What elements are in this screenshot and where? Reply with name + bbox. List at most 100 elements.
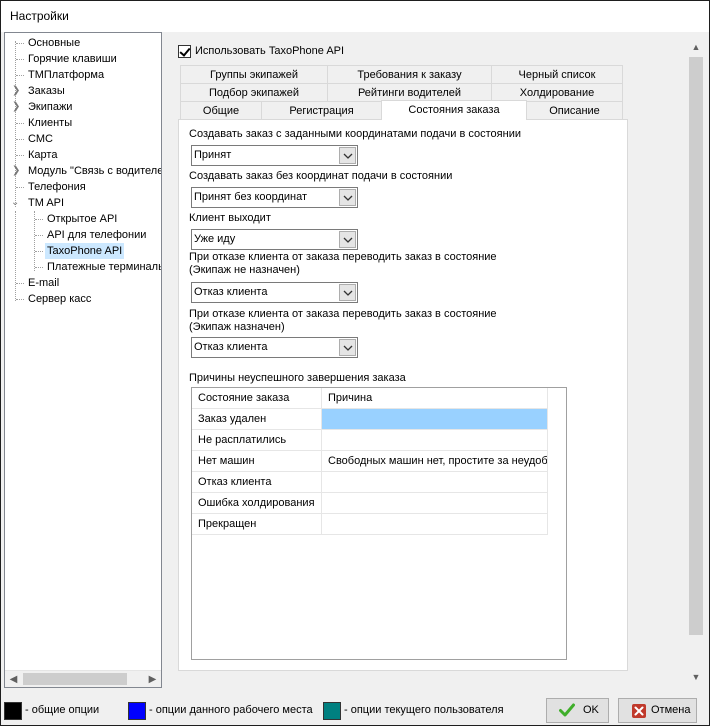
tree-line xyxy=(16,75,24,76)
checkbox-checked-icon[interactable] xyxy=(178,44,191,58)
tree-item-map[interactable]: Карта xyxy=(26,147,59,163)
close-icon xyxy=(631,703,647,722)
tree-item-driver-module[interactable]: Модуль "Связь с водителем" xyxy=(26,163,161,179)
tree-item-payment-terminals[interactable]: Платежные терминалы xyxy=(45,259,161,275)
legend-general-swatch xyxy=(4,702,22,720)
tree-line xyxy=(16,43,24,44)
tab-description[interactable]: Описание xyxy=(526,101,623,120)
tree-line xyxy=(16,139,24,140)
tree-line xyxy=(35,251,43,252)
table-row-state[interactable]: Прекращен xyxy=(192,514,322,535)
chevron-right-icon[interactable]: ❯ xyxy=(12,83,20,99)
chevron-down-icon[interactable] xyxy=(339,147,356,164)
scroll-right-icon[interactable]: ▶ xyxy=(144,671,161,687)
scroll-left-icon[interactable]: ◀ xyxy=(5,671,22,687)
legend-user-label: - опции текущего пользователя xyxy=(344,704,504,716)
client-out-label: Клиент выходит xyxy=(189,212,271,224)
window-title: Настройки xyxy=(10,9,69,23)
tree-line xyxy=(16,155,24,156)
table-row-state[interactable]: Нет машин xyxy=(192,451,322,472)
create-with-coords-select[interactable]: Принят xyxy=(191,145,358,166)
table-row-state[interactable]: Заказ удален xyxy=(192,409,322,430)
table-row-state[interactable]: Отказ клиента xyxy=(192,472,322,493)
tree-item-open-api[interactable]: Открытое API xyxy=(45,211,119,227)
table-row-reason[interactable] xyxy=(322,514,548,535)
tree-line xyxy=(16,187,24,188)
fail-reasons-label: Причины неуспешного завершения заказа xyxy=(189,372,406,384)
tree-item-cash-server[interactable]: Сервер касс xyxy=(26,291,93,307)
tab-order-states[interactable]: Состояния заказа xyxy=(381,100,527,120)
tree-item-taxophone-api[interactable]: TaxoPhone API xyxy=(45,243,125,259)
settings-panel: Использовать TaxoPhone API Группы экипаж… xyxy=(164,32,706,688)
refusal-crew-select[interactable]: Отказ клиента xyxy=(191,337,358,358)
fail-reasons-table: Состояние заказа Причина Заказ удален Не… xyxy=(191,387,567,660)
cancel-button-label: Отмена xyxy=(651,704,691,716)
tree-item-general[interactable]: Основные xyxy=(26,35,82,51)
tree-item-crews[interactable]: Экипажи xyxy=(26,99,74,115)
scroll-up-icon[interactable]: ▲ xyxy=(687,39,705,56)
tree-line xyxy=(35,267,43,268)
title-bar: Настройки xyxy=(1,1,709,32)
panel-vertical-scrollbar[interactable]: ▲ ▼ xyxy=(687,39,705,686)
tree-line xyxy=(16,299,24,300)
tab-registration[interactable]: Регистрация xyxy=(261,101,382,120)
selected-value: Принят xyxy=(194,149,232,161)
selected-value: Уже иду xyxy=(194,233,236,245)
tree-line xyxy=(16,123,24,124)
order-states-panel: Создавать заказ с заданными координатами… xyxy=(178,119,628,671)
legend-workplace-label: - опции данного рабочего места xyxy=(149,704,313,716)
selected-value: Отказ клиента xyxy=(194,341,268,353)
table-row-reason[interactable] xyxy=(322,493,548,514)
chevron-down-icon[interactable] xyxy=(339,339,356,356)
chevron-down-icon[interactable] xyxy=(339,284,356,301)
tree-item-tm-api[interactable]: TM API xyxy=(26,195,66,211)
column-header-state[interactable]: Состояние заказа xyxy=(192,388,322,409)
chevron-down-icon[interactable] xyxy=(339,231,356,248)
chevron-down-icon[interactable] xyxy=(339,189,356,206)
tree-item-telephony[interactable]: Телефония xyxy=(26,179,88,195)
cancel-button[interactable]: Отмена xyxy=(618,698,697,723)
table-row-reason[interactable] xyxy=(322,430,548,451)
settings-window: Настройки ❯ ❯ ❯ ⌄ Основные Горячие клави… xyxy=(0,0,710,726)
tree-item-hotkeys[interactable]: Горячие клавиши xyxy=(26,51,119,67)
tab-crew-groups[interactable]: Группы экипажей xyxy=(180,65,328,84)
use-api-label: Использовать TaxoPhone API xyxy=(195,45,345,58)
chevron-down-icon[interactable]: ⌄ xyxy=(11,195,19,211)
tab-blacklist[interactable]: Черный список xyxy=(491,65,623,84)
create-with-coords-label: Создавать заказ с заданными координатами… xyxy=(189,128,521,140)
tree-item-orders[interactable]: Заказы xyxy=(26,83,67,99)
tree-line xyxy=(34,211,35,271)
table-row-reason[interactable]: Свободных машин нет, простите за неудобс… xyxy=(322,451,548,472)
checkmark-icon xyxy=(559,703,575,720)
tab-crew-selection[interactable]: Подбор экипажей xyxy=(180,83,328,102)
chevron-right-icon[interactable]: ❯ xyxy=(12,163,20,179)
tab-order-requirements[interactable]: Требования к заказу xyxy=(327,65,492,84)
table-row-state[interactable]: Не расплатились xyxy=(192,430,322,451)
table-row-reason[interactable] xyxy=(322,409,548,430)
ok-button[interactable]: OK xyxy=(546,698,609,723)
refusal-crew-label: При отказе клиента от заказа переводить … xyxy=(189,308,497,320)
client-out-select[interactable]: Уже иду xyxy=(191,229,358,250)
use-api-checkbox[interactable]: Использовать TaxoPhone API xyxy=(178,44,344,58)
scrollbar-thumb[interactable] xyxy=(689,57,703,635)
create-without-coords-select[interactable]: Принят без координат xyxy=(191,187,358,208)
scroll-down-icon[interactable]: ▼ xyxy=(687,669,705,686)
scrollbar-thumb[interactable] xyxy=(23,673,127,685)
tree-line xyxy=(16,283,24,284)
tree-line xyxy=(16,59,24,60)
table-row-reason[interactable] xyxy=(322,472,548,493)
tree-item-email[interactable]: E-mail xyxy=(26,275,61,291)
table-row-state[interactable]: Ошибка холдирования xyxy=(192,493,322,514)
tab-general[interactable]: Общие xyxy=(180,101,262,120)
refusal-no-crew-select[interactable]: Отказ клиента xyxy=(191,282,358,303)
tree-line xyxy=(15,211,16,301)
column-header-reason[interactable]: Причина xyxy=(322,388,548,409)
selected-value: Принят без координат xyxy=(194,191,308,203)
legend-general-label: - общие опции xyxy=(25,704,100,716)
tree-item-sms[interactable]: СМС xyxy=(26,131,55,147)
tree-horizontal-scrollbar[interactable]: ◀ ▶ xyxy=(5,670,161,687)
chevron-right-icon[interactable]: ❯ xyxy=(12,99,20,115)
tree-item-clients[interactable]: Клиенты xyxy=(26,115,74,131)
tree-item-telephony-api[interactable]: API для телефонии xyxy=(45,227,148,243)
tree-item-tmplatform[interactable]: ТМПлатформа xyxy=(26,67,106,83)
